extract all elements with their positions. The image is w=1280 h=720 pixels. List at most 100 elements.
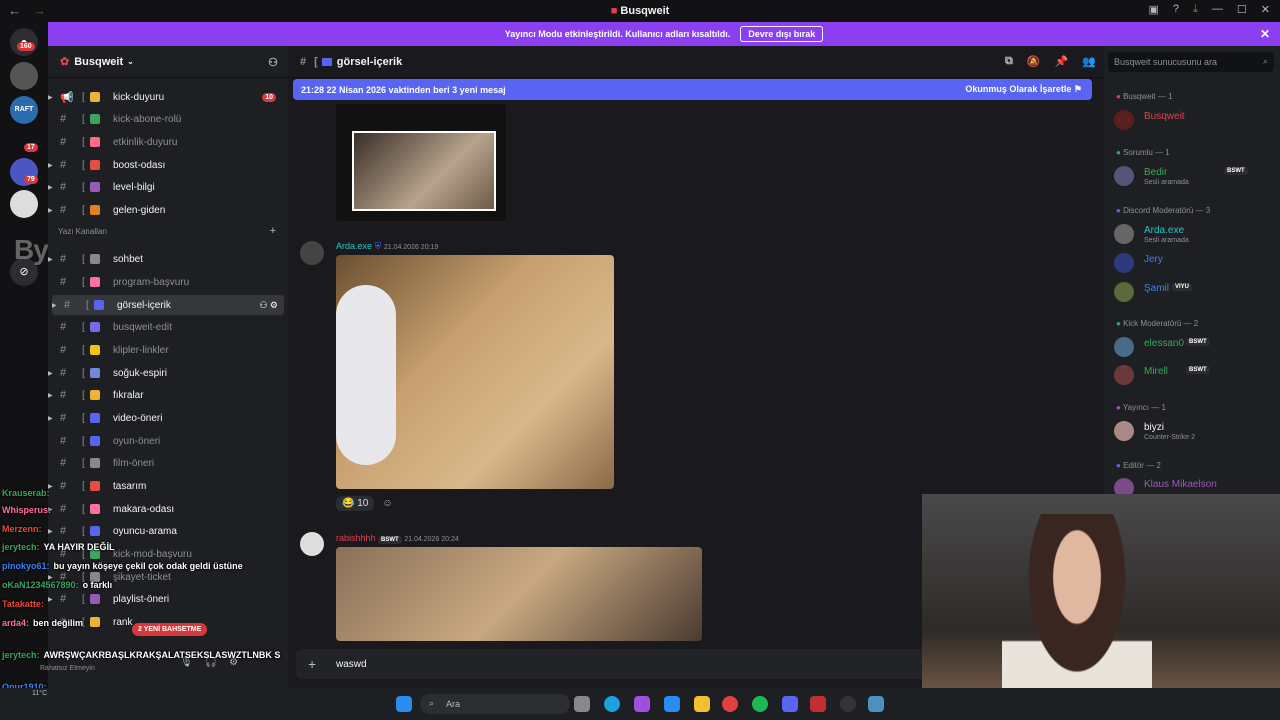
member-item[interactable]: Mirell BSWT [1114,363,1274,389]
channel-tasarım[interactable]: ▶ #[tasarım [48,476,288,496]
app-icon-1[interactable] [810,696,826,712]
spotify-icon[interactable] [752,696,768,712]
channel-emoji-icon [90,413,100,423]
channel-video-öneri[interactable]: ▶ # [video-öneri [48,408,288,428]
download-icon[interactable]: ⤓ [1193,3,1198,16]
close-window-icon[interactable]: ✕ [1261,3,1270,16]
message-image-2[interactable] [336,255,614,489]
channel-oyun-öneri[interactable]: # [oyun-öneri [48,431,288,451]
disable-streamer-mode-button[interactable]: Devre dışı bırak [740,26,824,42]
member-activity: Sesli aramada [1144,237,1189,244]
taskbar: 11°C ⌕ Ara [0,688,1280,720]
avatar[interactable] [300,532,324,556]
channel-görsel-içerik[interactable]: ▶ # [görsel-içerik ⚇ ⚙ [52,295,284,315]
invite-icon[interactable]: ⚇ [268,56,278,69]
text-channels-category[interactable]: Yazı Kanalları [58,227,107,236]
channel-oyuncu-arama[interactable]: ▶ # [oyuncu-arama [48,521,288,541]
minimize-icon[interactable]: — [1212,3,1223,16]
channel-kick-duyuru[interactable]: ▶ 📢 [kick-duyuru 10 [48,87,288,107]
message-author[interactable]: rabishhhh BSWT 21.04.2026 20:24 [336,533,459,544]
channel-fıkralar[interactable]: ▶ # [fıkralar [48,385,288,405]
chat-line: Merzenn: [2,524,42,534]
channel-makara-odası[interactable]: ▶ #[makara-odası [48,499,288,519]
pin-icon[interactable]: 📌 [1055,55,1069,68]
file-explorer-icon[interactable] [574,696,590,712]
channel-program-başvuru[interactable]: # [program-başvuru [48,272,288,292]
expand-arrow-icon[interactable]: ▶ [48,94,53,101]
channel-kick-abone-rolü[interactable]: # [kick-abone-rolü [48,109,288,129]
close-banner-icon[interactable]: ✕ [1260,27,1270,41]
taskbar-search[interactable]: ⌕ Ara [420,694,570,714]
channel-busqweit-edit[interactable]: # [busqweit-edit [48,317,288,337]
expand-arrow-icon[interactable]: ▶ [48,528,53,535]
channel-settings-icon[interactable]: ⚇ ⚙ [259,300,278,311]
server-icon-1[interactable] [10,62,38,90]
folder-icon[interactable] [694,696,710,712]
expand-arrow-icon[interactable]: ▶ [48,415,53,422]
expand-arrow-icon[interactable]: ▶ [48,392,53,399]
avatar [1114,110,1134,130]
add-channel-icon[interactable]: + [270,225,276,237]
channel-emoji-icon [90,182,100,192]
inbox-icon[interactable]: ▣ [1149,3,1159,16]
expand-arrow-icon[interactable]: ▶ [48,162,53,169]
expand-arrow-icon[interactable]: ▶ [48,256,53,263]
mark-as-read-button[interactable]: Okunmuş Olarak İşaretle ⚑ [965,84,1082,95]
message-image-1[interactable] [336,104,506,221]
new-messages-bar[interactable]: 21:28 22 Nisan 2026 vaktinden beri 3 yen… [293,79,1092,100]
channel-emoji-icon [90,254,100,264]
server-icon-raft[interactable]: RAFT [10,96,38,124]
expand-arrow-icon[interactable]: ▶ [48,184,53,191]
server-tag-badge: VIYU [1172,283,1193,291]
member-item[interactable]: Busqweit [1114,108,1274,134]
store-icon[interactable] [664,696,680,712]
members-icon[interactable]: 👥 [1082,55,1096,68]
chrome-icon[interactable] [722,696,738,712]
search-input[interactable]: Busqweit sunucusunu ara ⌕ [1108,52,1274,72]
member-item[interactable]: Şamil VIYU [1114,280,1274,306]
member-item[interactable]: Arda.exe Sesli aramada [1114,222,1274,248]
member-item[interactable]: Jery [1114,251,1274,277]
obs-icon[interactable] [840,696,856,712]
member-item[interactable]: biyzi Counter-Strike 2 [1114,419,1274,445]
attach-plus-icon[interactable]: + [308,656,316,672]
composer-input[interactable]: waswd [336,659,367,670]
app-icon-2[interactable] [868,696,884,712]
channel-level-bilgi[interactable]: ▶ # [level-bilgi [48,177,288,197]
expand-arrow-icon[interactable]: ▶ [48,370,53,377]
threads-icon[interactable]: ⧉ [1005,55,1013,68]
maximize-icon[interactable]: ☐ [1237,3,1247,16]
expand-arrow-icon[interactable]: ▶ [52,302,57,309]
channel-etkinlik-duyuru[interactable]: # [etkinlik-duyuru [48,132,288,152]
help-icon[interactable]: ? [1173,3,1179,16]
channel-soğuk-espiri[interactable]: ▶ # [soğuk-espiri [48,363,288,383]
copilot-icon[interactable] [634,696,650,712]
discord-icon[interactable] [782,696,798,712]
channel-boost-odası[interactable]: ▶ # [boost-odası [48,155,288,175]
server-icon-4[interactable] [10,190,38,218]
channel-emoji-icon [90,526,100,536]
notifications-icon[interactable]: 🔕 [1027,55,1041,68]
channel-film-öneri[interactable]: # [film-öneri [48,453,288,473]
reaction[interactable]: 😂 10 [336,496,375,511]
channel-gelen-giden[interactable]: ▶ # [gelen-giden [48,200,288,220]
weather-widget[interactable]: 11°C [32,690,47,697]
member-item[interactable]: elessan0 BSWT [1114,335,1274,361]
channel-emoji-icon [90,504,100,514]
member-name: Bedir [1144,167,1168,178]
avatar[interactable] [300,241,324,265]
add-reaction-icon[interactable]: ☺ [382,498,392,509]
message-author[interactable]: Arda.exe ⛨ 21.04.2026 20:19 [336,241,438,252]
member-item[interactable]: Bedir Sesli aramada BSWT [1114,164,1274,190]
expand-arrow-icon[interactable]: ▶ [48,207,53,214]
message-image-3[interactable] [336,547,702,641]
mentions-pill[interactable]: 2 YENİ BAHSETME [132,623,208,636]
server-header[interactable]: ✿ Busqweit ⌄ ⚇ [48,46,288,78]
channel-playlist-öneri[interactable]: ▶ # [playlist-öneri [48,589,288,609]
expand-arrow-icon[interactable]: ▶ [48,596,53,603]
channel-sohbet[interactable]: ▶ # [sohbet [48,249,288,269]
windows-start-icon[interactable] [396,696,412,712]
chat-message: bu yayın köşeye çekil çok odak geldi üst… [53,561,243,571]
edge-icon[interactable] [604,696,620,712]
channel-klipler-linkler[interactable]: # [klipler-linkler [48,340,288,360]
